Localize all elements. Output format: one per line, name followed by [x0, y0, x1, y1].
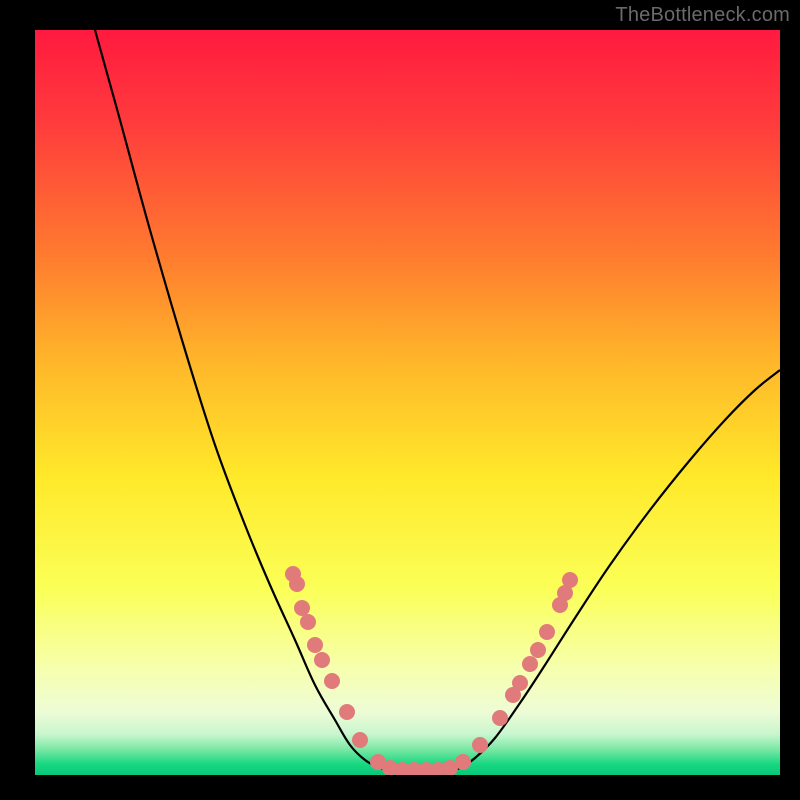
chart-frame: TheBottleneck.com [0, 0, 800, 800]
bottleneck-chart [0, 0, 800, 800]
plot-background [35, 30, 780, 775]
watermark-text: TheBottleneck.com [615, 4, 790, 27]
data-dot [352, 732, 368, 748]
data-dot [339, 704, 355, 720]
data-dot [307, 637, 323, 653]
data-dot [324, 673, 340, 689]
data-dot [289, 576, 305, 592]
data-dot [562, 572, 578, 588]
data-dot [472, 737, 488, 753]
data-dot [530, 642, 546, 658]
data-dot [539, 624, 555, 640]
data-dot [492, 710, 508, 726]
data-dot [294, 600, 310, 616]
data-dot [455, 754, 471, 770]
data-dot [522, 656, 538, 672]
data-dot [314, 652, 330, 668]
data-dot [300, 614, 316, 630]
data-dot [512, 675, 528, 691]
